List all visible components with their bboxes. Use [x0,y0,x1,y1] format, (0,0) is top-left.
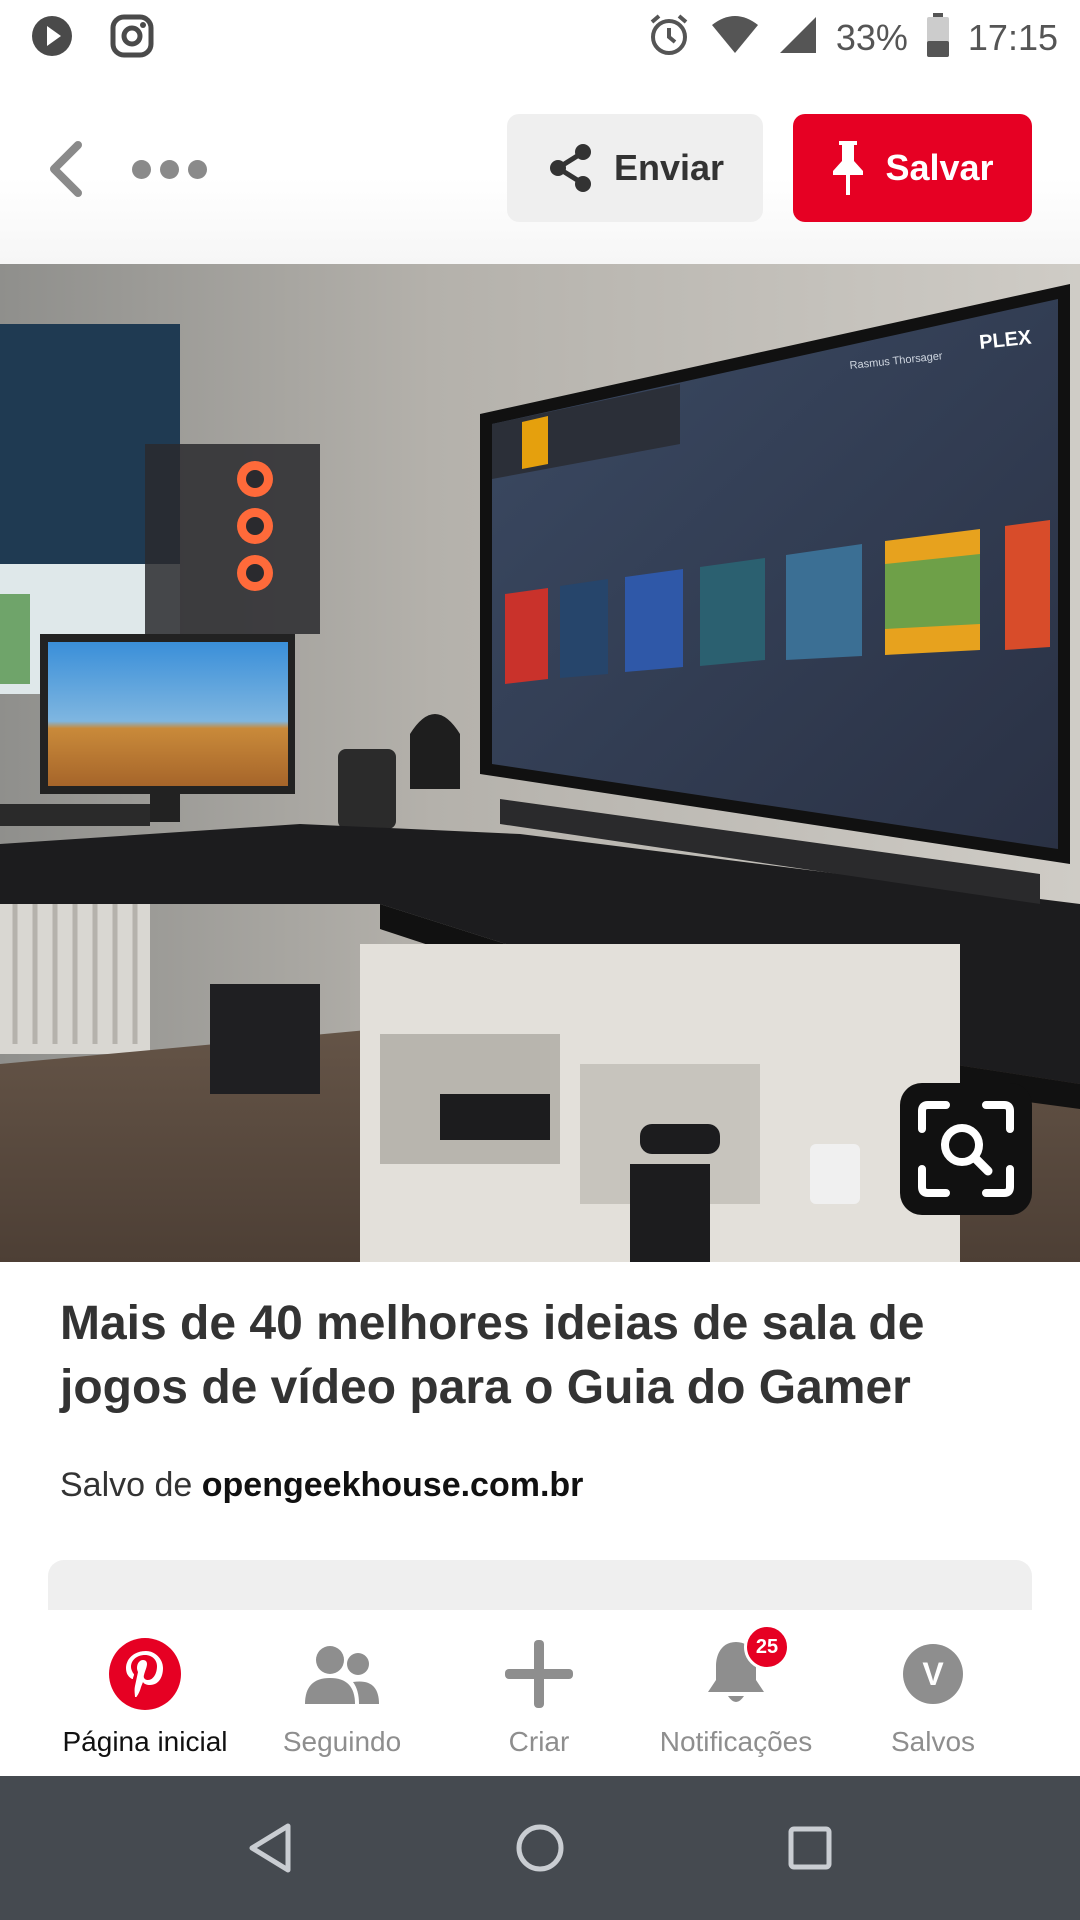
next-card-placeholder [48,1560,1032,1610]
more-dot [132,159,151,179]
instagram-icon [110,14,154,63]
battery-icon [926,13,950,62]
nav-item-notifications[interactable]: 25 Notificações [636,1624,836,1764]
nav-label-following: Seguindo [282,1726,402,1757]
status-bar-left [30,14,154,63]
system-nav-bar [0,1776,1080,1920]
system-recents-button[interactable] [774,1812,846,1884]
more-dot [160,159,179,179]
battery-percent: 33% [835,16,908,58]
plus-icon [499,1634,579,1714]
square-recents-icon [788,1826,832,1870]
save-label: Salvar [885,147,994,188]
more-dot [188,159,207,179]
nav-item-home[interactable]: Página inicial [45,1634,245,1764]
send-button[interactable]: Enviar [507,114,763,222]
nav-label-home: Página inicial [62,1726,228,1757]
system-back-button[interactable] [234,1812,306,1884]
pin-icon [833,141,864,195]
saved-from: Salvo de opengeekhouse.com.br [60,1466,583,1505]
saved-from-prefix: Salvo de [60,1466,202,1504]
bottom-nav: Página inicial Seguindo Criar 25 Notific… [0,1612,1080,1776]
system-home-button[interactable] [504,1812,576,1884]
send-label: Enviar [613,147,725,188]
nav-item-create[interactable]: Criar [439,1634,639,1764]
share-icon [549,144,591,192]
nav-item-saved[interactable]: V Salvos [833,1634,1033,1764]
wifi-icon [710,15,760,60]
more-options-button[interactable] [132,154,218,184]
bell-icon: 25 [696,1624,790,1714]
saved-from-domain-link[interactable]: opengeekhouse.com.br [202,1466,584,1504]
people-icon [302,1634,382,1714]
nav-label-create: Criar [508,1726,570,1757]
alarm-icon [646,12,692,63]
avatar: V [903,1644,963,1704]
pinterest-logo-icon [105,1634,185,1714]
nav-label-saved: Salvos [890,1726,976,1757]
nav-item-following[interactable]: Seguindo [242,1634,442,1764]
play-icon [30,14,74,63]
circle-home-icon [516,1824,564,1872]
pin-toolbar: Enviar Salvar [0,72,1080,264]
notification-badge: 25 [744,1624,790,1670]
chevron-left-icon [50,141,82,197]
clock: 17:15 [967,16,1058,58]
status-bar-right: 33% 17:15 [646,12,1058,63]
avatar-wrap: V [893,1634,973,1714]
nav-label-notifications: Notificações [659,1726,813,1757]
status-bar: 33% 17:15 [0,0,1080,72]
triangle-back-icon [249,1823,291,1873]
pin-title: Mais de 40 melhores ideias de sala de jo… [60,1297,925,1414]
signal-icon [778,15,818,60]
save-button[interactable]: Salvar [793,114,1032,222]
visual-search-button[interactable] [900,1083,1032,1215]
visual-search-icon [918,1101,1014,1197]
back-button[interactable] [36,134,96,204]
